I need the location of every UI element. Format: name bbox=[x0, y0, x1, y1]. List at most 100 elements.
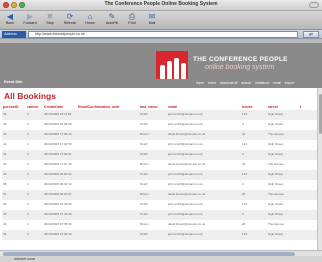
page-title: All Bookings bbox=[4, 91, 56, 101]
table-cell: 43 bbox=[2, 130, 26, 140]
table-cell: Smith bbox=[139, 150, 167, 160]
print-button[interactable]: ⎙ Print bbox=[124, 12, 140, 29]
table-cell bbox=[299, 200, 317, 210]
table-row[interactable]: 37 0 06/10/2006 00:00:27 Brown david.brown@d… bbox=[2, 190, 317, 200]
forward-button-label: Forward bbox=[23, 21, 37, 25]
toolbar-toggle-button[interactable] bbox=[309, 2, 319, 8]
table-row[interactable]: 39 0 06/10/2006 00:04:52 Smith john.smith@do… bbox=[2, 170, 317, 180]
autofill-button-label: AutoFill bbox=[106, 21, 118, 25]
nav-link-import[interactable]: import bbox=[285, 81, 294, 85]
go-button[interactable]: go bbox=[303, 31, 319, 38]
table-cell bbox=[77, 220, 139, 230]
column-header[interactable]: cancel bbox=[26, 103, 43, 110]
browser-toolbar: ◀ Back ▶ Forward ✖ Stop ⟳ Refresh ⌂ Home… bbox=[0, 11, 322, 30]
nav-link-event[interactable]: event bbox=[208, 81, 216, 85]
table-cell: 06/10/2006 18:11:53 bbox=[43, 110, 77, 120]
table-cell: High Street bbox=[267, 140, 299, 150]
table-cell: 20 bbox=[241, 130, 267, 140]
table-row[interactable]: 38 0 06/10/2006 00:01:13 Smith john.smith@do… bbox=[2, 180, 317, 190]
address-bar: Address http://www.theconfpeople.co.uk g… bbox=[0, 30, 322, 39]
table-cell: 6 bbox=[241, 180, 267, 190]
nav-link-home[interactable]: home bbox=[196, 81, 204, 85]
table-cell bbox=[299, 220, 317, 230]
column-header[interactable]: personID bbox=[2, 103, 26, 110]
home-icon: ⌂ bbox=[87, 12, 93, 21]
table-cell: Brown bbox=[139, 190, 167, 200]
table-row[interactable]: 43 0 06/10/2006 17:05:26 Brown david.brown@d… bbox=[2, 130, 317, 140]
table-row[interactable]: 36 0 06/10/2006 07:45:06 Smith john.smith@do… bbox=[2, 200, 317, 210]
table-cell: 06/10/2006 00:00:27 bbox=[43, 190, 77, 200]
table-cell: 123 bbox=[241, 230, 267, 240]
table-cell bbox=[299, 140, 317, 150]
header-stripe bbox=[0, 39, 322, 43]
table-cell: 41 bbox=[2, 150, 26, 160]
url-field[interactable]: http://www.theconfpeople.co.uk bbox=[28, 31, 298, 38]
person-figure-icon bbox=[174, 58, 179, 79]
table-row[interactable]: 34 0 06/10/2006 07:35:30 Brown david.brown@d… bbox=[2, 220, 317, 230]
table-header-row: personID cancel CreateDate EmailConfirmatio… bbox=[2, 103, 317, 110]
table-cell bbox=[299, 170, 317, 180]
table-cell bbox=[77, 170, 139, 180]
table-cell bbox=[77, 200, 139, 210]
nav-link-email[interactable]: email bbox=[273, 81, 281, 85]
table-row[interactable]: 41 0 06/10/2006 17:00:21 Smith john.smith@do… bbox=[2, 150, 317, 160]
back-button-label: Back bbox=[6, 21, 14, 25]
vertical-scrollbar[interactable] bbox=[317, 88, 322, 250]
table-cell bbox=[299, 130, 317, 140]
table-cell: 0 bbox=[26, 180, 43, 190]
autofill-button[interactable]: ✎ AutoFill bbox=[104, 12, 120, 29]
column-header[interactable]: t bbox=[299, 103, 317, 110]
print-button-label: Print bbox=[128, 21, 136, 25]
table-cell: 0 bbox=[26, 200, 43, 210]
table-row[interactable]: 45 0 06/10/2006 18:08:28 Smith john.smith@do… bbox=[2, 120, 317, 130]
table-cell: High Street bbox=[267, 210, 299, 220]
table-cell: Smith bbox=[139, 200, 167, 210]
table-cell: 06/10/2006 17:00:50 bbox=[43, 140, 77, 150]
table-cell: 123 bbox=[241, 170, 267, 180]
table-cell bbox=[299, 180, 317, 190]
column-header[interactable]: street bbox=[267, 103, 299, 110]
column-header[interactable]: email bbox=[167, 103, 241, 110]
table-cell: 45 bbox=[2, 120, 26, 130]
table-row[interactable]: 45 0 06/10/2006 18:11:53 Smith john.smith@do… bbox=[2, 110, 317, 120]
title-bar: The Conference People Online Booking Sys… bbox=[0, 0, 322, 11]
column-header[interactable]: CreateDate bbox=[43, 103, 77, 110]
table-row[interactable]: 33 0 06/10/2006 07:35:10 Smith john.smith@do… bbox=[2, 230, 317, 240]
table-cell: 20 bbox=[241, 190, 267, 200]
column-header[interactable]: last_name bbox=[139, 103, 167, 110]
table-row[interactable]: 40 0 06/10/2006 17:07:19 Brown david.brown@d… bbox=[2, 160, 317, 170]
table-cell: Brown bbox=[139, 160, 167, 170]
table-cell: 06/10/2006 00:01:13 bbox=[43, 180, 77, 190]
table-cell: john.smith@domain.co.uk bbox=[167, 200, 241, 210]
column-header[interactable]: house bbox=[241, 103, 267, 110]
site-title: THE CONFERENCE PEOPLE bbox=[193, 56, 288, 63]
table-row[interactable]: 42 0 06/10/2006 17:00:50 Smith john.smith@do… bbox=[2, 140, 317, 150]
table-cell bbox=[77, 190, 139, 200]
table-cell: High Street bbox=[267, 180, 299, 190]
refresh-button[interactable]: ⟳ Refresh bbox=[62, 12, 78, 29]
mail-button-label: Mail bbox=[148, 21, 156, 25]
table-row[interactable]: 35 0 06/10/2006 07:43:20 Smith john.smith@do… bbox=[2, 210, 317, 220]
back-button[interactable]: ◀ Back bbox=[2, 12, 18, 29]
home-button[interactable]: ⌂ Home bbox=[82, 12, 98, 29]
table-cell: 39 bbox=[2, 170, 26, 180]
nav-link-download-all[interactable]: download all bbox=[220, 81, 238, 85]
mail-button[interactable]: ✉ Mail bbox=[144, 12, 160, 29]
stop-button-label: Stop bbox=[46, 21, 54, 25]
table-cell: High Street bbox=[267, 230, 299, 240]
nav-link-search[interactable]: search bbox=[242, 81, 252, 85]
forward-button[interactable]: ▶ Forward bbox=[22, 12, 38, 29]
table-cell: 0 bbox=[26, 150, 43, 160]
table-cell: david.brown@domain.co.uk bbox=[167, 220, 241, 230]
table-cell: 0 bbox=[26, 220, 43, 230]
status-bar: Internet zone bbox=[0, 256, 322, 262]
person-figure-icon bbox=[181, 63, 186, 79]
table-cell bbox=[77, 150, 139, 160]
table-cell bbox=[77, 120, 139, 130]
person-figure-icon bbox=[167, 61, 172, 79]
table-cell: 45 bbox=[2, 110, 26, 120]
nav-link-invitations[interactable]: invitations bbox=[255, 81, 269, 85]
table-cell: 0 bbox=[26, 190, 43, 200]
stop-button[interactable]: ✖ Stop bbox=[42, 12, 58, 29]
column-header[interactable]: EmailConfirmation_sent bbox=[77, 103, 139, 110]
